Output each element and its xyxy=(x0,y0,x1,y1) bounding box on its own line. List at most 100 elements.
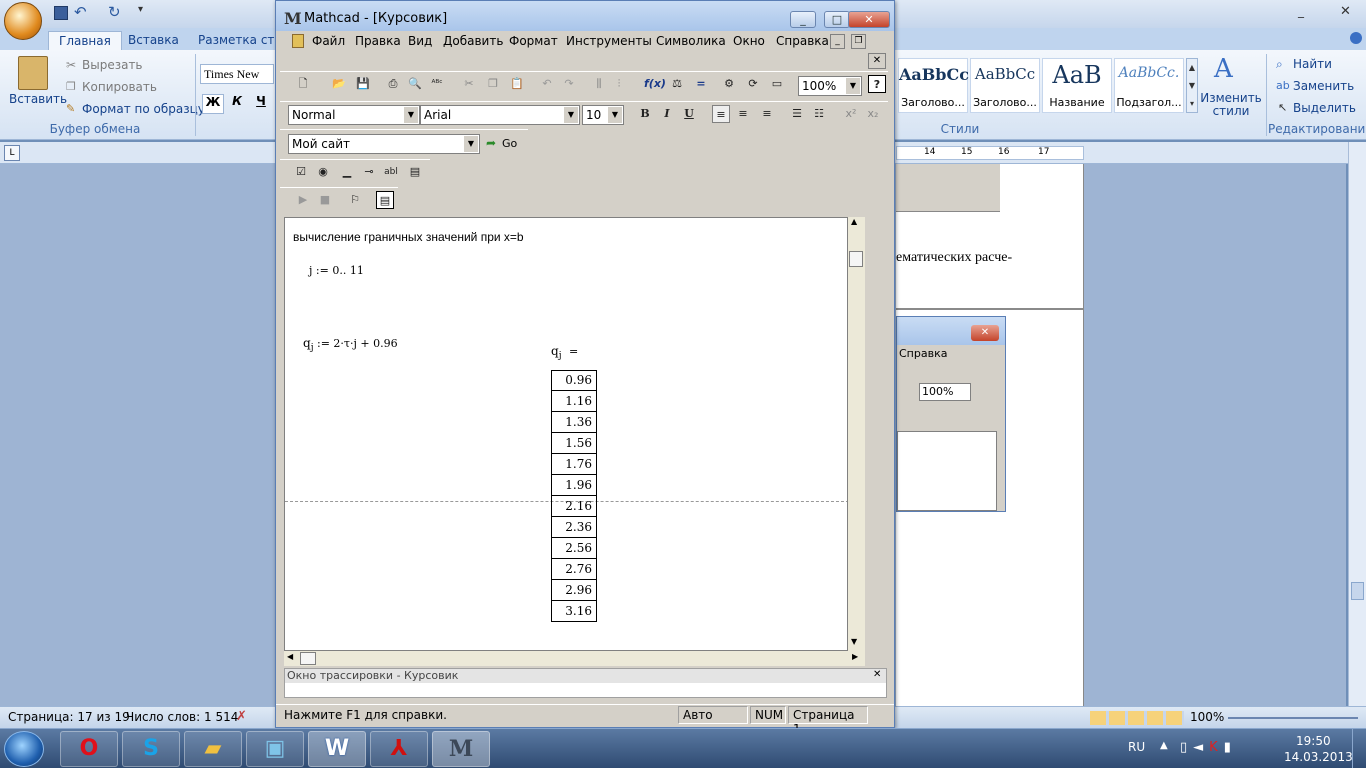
underline-button[interactable]: U xyxy=(680,105,698,123)
scissors-icon[interactable]: ✂ xyxy=(66,58,76,72)
print-icon[interactable]: ⎙ xyxy=(384,75,402,93)
taskbar-explorer[interactable]: ▰ xyxy=(184,731,242,767)
cut-icon[interactable]: ✂ xyxy=(460,75,478,93)
change-styles-icon[interactable]: A xyxy=(1214,54,1233,84)
show-hidden-icons[interactable]: ▲ xyxy=(1160,740,1168,751)
font-select[interactable]: Arial ▼ xyxy=(420,105,580,125)
menu-symbolics[interactable]: Символика xyxy=(656,34,726,48)
font-size-select[interactable]: 10 ▼ xyxy=(582,105,624,125)
styles-scroll[interactable]: ▲ ▼ ▾ xyxy=(1186,58,1198,113)
insert-function-icon[interactable]: f(x) xyxy=(644,75,666,93)
mc2-menu-help[interactable]: Справка xyxy=(899,347,947,360)
change-styles-button[interactable]: Изменить стили xyxy=(1200,92,1262,118)
replace-button[interactable]: Заменить xyxy=(1293,79,1354,93)
pushbutton-control-icon[interactable]: ▁ xyxy=(338,163,356,181)
scroll-thumb[interactable] xyxy=(1351,582,1364,600)
range-definition[interactable]: j := 0.. 11 xyxy=(309,264,364,277)
style-dropdown-icon[interactable]: ▼ xyxy=(404,107,418,123)
align-down-icon[interactable]: ⫶ xyxy=(610,75,628,93)
menu-view[interactable]: Вид xyxy=(408,34,432,48)
menu-insert[interactable]: Добавить xyxy=(443,34,503,48)
style-heading2[interactable]: AaBbCc Заголово... xyxy=(970,58,1040,113)
trace-window-icon[interactable]: ▤ xyxy=(376,191,394,209)
menu-window[interactable]: Окно xyxy=(733,34,765,48)
redo-icon[interactable]: ↷ xyxy=(560,75,578,93)
taskbar-word[interactable]: W xyxy=(308,731,366,767)
worksheet-heading[interactable]: вычисление граничных значений при x=b xyxy=(293,230,524,244)
redo-icon[interactable]: ↻ xyxy=(108,3,121,21)
print-preview-icon[interactable]: 🔍 xyxy=(406,75,424,93)
menu-format[interactable]: Формат xyxy=(509,34,558,48)
resources-icon[interactable]: ⟳ xyxy=(744,75,762,93)
numbering-button[interactable]: ☷ xyxy=(810,105,828,123)
doc-restore-button[interactable]: ❐ xyxy=(851,34,866,49)
site-dropdown-icon[interactable]: ▼ xyxy=(464,136,478,152)
font-name-input[interactable]: Times New Ro xyxy=(200,64,274,84)
help-icon[interactable]: ? xyxy=(868,75,886,93)
format-painter-button[interactable]: Формат по образцу xyxy=(82,102,205,116)
page-count[interactable]: Страница: 17 из 19 xyxy=(8,710,130,724)
textbox-control-icon[interactable]: abl xyxy=(382,163,400,181)
trace-window[interactable]: Окно трассировки - Курсовик ✕ xyxy=(284,668,887,698)
slider-control-icon[interactable]: ⊸ xyxy=(360,163,378,181)
listbox-control-icon[interactable]: ▤ xyxy=(406,163,424,181)
select-button[interactable]: Выделить xyxy=(1293,101,1356,115)
format-painter-icon[interactable]: ✎ xyxy=(66,102,75,115)
paste-button[interactable]: Вставить xyxy=(9,92,67,106)
insert-unit-icon[interactable]: ⚖ xyxy=(668,75,686,93)
worksheet-vertical-scrollbar[interactable]: ▲ ▼ xyxy=(848,217,865,651)
taskbar-picture-viewer[interactable]: ▣ xyxy=(246,731,304,767)
scroll-right-icon[interactable]: ▶ xyxy=(852,652,858,661)
radio-control-icon[interactable]: ◉ xyxy=(314,163,332,181)
trace-close-button[interactable]: ✕ xyxy=(873,669,881,680)
view-buttons[interactable] xyxy=(1090,711,1184,725)
menu-edit[interactable]: Правка xyxy=(355,34,401,48)
open-icon[interactable]: 📂 xyxy=(330,75,348,93)
taskbar-skype[interactable]: S xyxy=(122,731,180,767)
go-button[interactable]: Go xyxy=(502,137,517,150)
scroll-thumb[interactable] xyxy=(849,251,863,267)
align-left-button[interactable]: ≡ xyxy=(712,105,730,123)
close-button[interactable]: ✕ xyxy=(848,11,890,28)
align-icon[interactable]: ⫼ xyxy=(590,75,608,93)
scroll-thumb[interactable] xyxy=(300,652,316,665)
zoom-select[interactable]: 100% ▼ xyxy=(798,76,862,96)
copy-button[interactable]: Копировать xyxy=(82,80,157,94)
font-dropdown-icon[interactable]: ▼ xyxy=(564,107,578,123)
underline-button[interactable]: Ч xyxy=(250,94,272,114)
minimize-button[interactable]: _ xyxy=(790,11,816,28)
scroll-up-icon[interactable]: ▲ xyxy=(851,217,857,226)
maximize-button[interactable]: □ xyxy=(824,11,850,28)
mc2-zoom[interactable]: 100% xyxy=(919,383,971,401)
tab-insert[interactable]: Вставка xyxy=(118,31,189,50)
save-icon[interactable] xyxy=(54,6,68,20)
zoom-level[interactable]: 100% xyxy=(1190,710,1224,724)
taskbar-opera[interactable]: O xyxy=(60,731,118,767)
word-close-button[interactable]: ✕ xyxy=(1340,4,1351,19)
scroll-down-icon[interactable]: ▼ xyxy=(851,637,857,646)
style-subtitle[interactable]: AaBbCc. Подзагол... xyxy=(1114,58,1184,113)
tab-home[interactable]: Главная xyxy=(48,31,122,50)
copy-icon[interactable]: ❐ xyxy=(484,75,502,93)
taskbar-mathcad[interactable]: M xyxy=(432,731,490,767)
font-size-dropdown-icon[interactable]: ▼ xyxy=(608,107,622,123)
cut-button[interactable]: Вырезать xyxy=(82,58,143,72)
menu-tools[interactable]: Инструменты xyxy=(566,34,652,48)
customize-quick-access-icon[interactable]: ▾ xyxy=(138,4,143,15)
paste-icon[interactable]: 📋 xyxy=(508,75,526,93)
undo-icon[interactable]: ↶ xyxy=(74,3,87,21)
find-button[interactable]: Найти xyxy=(1293,57,1332,71)
word-count[interactable]: Число слов: 1 514 xyxy=(126,710,238,724)
align-center-button[interactable]: ≡ xyxy=(734,105,752,123)
run-icon[interactable]: ▶ xyxy=(294,191,312,209)
show-desktop-button[interactable] xyxy=(1352,729,1366,768)
insert-component-icon[interactable]: ⚙ xyxy=(720,75,738,93)
mc2-close-button[interactable]: ✕ xyxy=(971,325,999,341)
clock-date[interactable]: 14.03.2013 xyxy=(1284,750,1353,764)
worksheet[interactable]: вычисление граничных значений при x=b j … xyxy=(284,217,848,651)
scroll-left-icon[interactable]: ◀ xyxy=(287,652,293,661)
style-select[interactable]: Normal ▼ xyxy=(288,105,420,125)
superscript-button[interactable]: x² xyxy=(842,105,860,123)
paste-icon[interactable] xyxy=(18,56,48,90)
q-definition[interactable]: qj := 2·τ·j + 0.96 xyxy=(303,336,398,353)
